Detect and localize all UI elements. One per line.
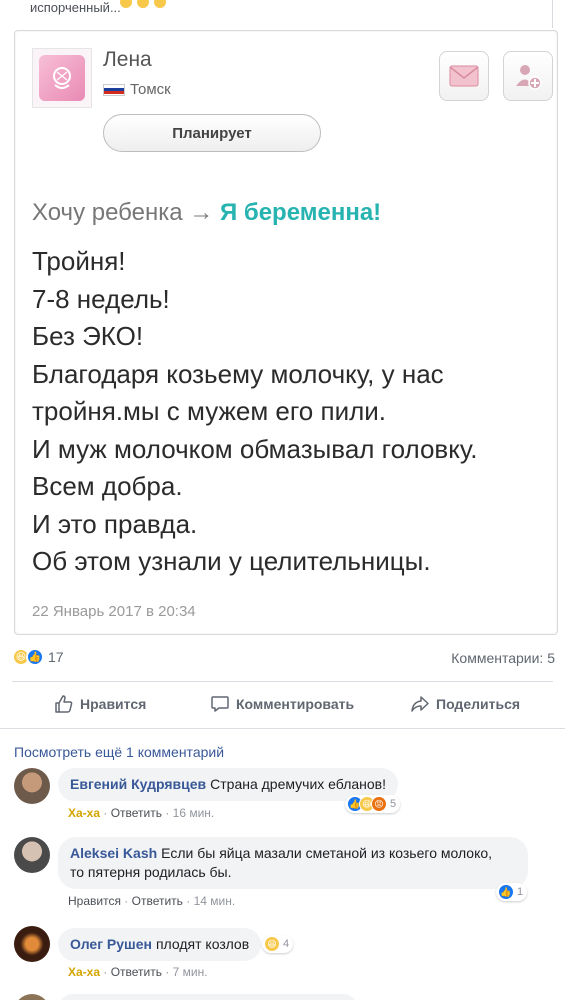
arrow: →	[189, 199, 214, 226]
city-label: Томск	[130, 81, 171, 98]
status-plan-button[interactable]: Планирует	[103, 114, 321, 152]
comment-text: Страна дремучих ебланов!	[210, 776, 386, 792]
comment-author[interactable]: Aleksei Kash	[70, 845, 157, 861]
reaction-count: 1	[517, 886, 524, 898]
profile-avatar	[32, 48, 92, 108]
comment-bubble: Aleksei Kash Если бы яйца мазали сметаной…	[58, 837, 528, 889]
post-date: 22 Январь 2017 в 20:34	[32, 603, 196, 620]
reaction-count: 5	[390, 798, 397, 810]
post-line: Об этом узнали у целительницы.	[32, 546, 431, 576]
emoji-strip	[118, 0, 168, 10]
post-line: И это правда.	[32, 508, 198, 539]
post-line: Благодаря козьему молочку, у нас	[32, 358, 444, 389]
like-label: Нравится	[80, 696, 147, 712]
reply-link[interactable]: Ответить	[132, 894, 183, 908]
reply-link[interactable]: Ответить	[111, 806, 162, 820]
baby-icon	[53, 67, 71, 89]
share-button[interactable]: Поделиться	[410, 694, 520, 714]
comment-time[interactable]: 14 мин.	[194, 894, 236, 908]
angry-reaction-icon: 😡	[371, 796, 387, 812]
thumbs-up-icon	[55, 695, 73, 713]
share-label: Поделиться	[436, 696, 521, 712]
reply-link[interactable]: Ответить	[111, 965, 162, 979]
comment-text: плодят козлов	[155, 936, 250, 952]
share-icon	[411, 696, 429, 712]
haha-link[interactable]: Ха-ха	[68, 806, 100, 820]
truncated-text: испорченный...	[30, 0, 121, 15]
comment-author[interactable]: Олег Рушен	[70, 936, 152, 952]
reactions-summary[interactable]: 😆 👍 17	[12, 648, 64, 666]
comment-bubble: Олег Рушен плодят козлов	[58, 928, 262, 961]
status-from: Хочу ребенка	[32, 199, 183, 226]
profile-city: Томск	[103, 81, 171, 98]
envelope-icon	[449, 65, 479, 87]
comment-text: Если бы яйца мазали сметаной из козьего …	[161, 845, 493, 861]
add-friend-icon	[516, 65, 542, 90]
view-more-comments-link[interactable]: Посмотреть ещё 1 комментарий	[14, 744, 224, 760]
comments-count[interactable]: Комментарии: 5	[451, 650, 555, 666]
comment-reactions[interactable]: 😆 4	[262, 935, 294, 953]
comment-time[interactable]: 7 мин.	[173, 965, 208, 979]
post-body: Тройня! 7-8 недель! Без ЭКО! Благодаря к…	[32, 243, 552, 581]
russia-flag-icon	[103, 83, 125, 96]
message-button[interactable]	[439, 51, 489, 101]
post-line: Тройня!	[32, 246, 126, 276]
avatar[interactable]	[14, 837, 50, 873]
avatar[interactable]	[14, 926, 50, 962]
comment-meta: Ха-ха · Ответить · 7 мин.	[68, 965, 208, 979]
divider	[12, 681, 553, 682]
like-link[interactable]: Нравится	[68, 894, 121, 908]
status-change: Хочу ребенка → Я беременна!	[32, 199, 381, 227]
post-line: 7-8 недель!	[32, 283, 170, 314]
comment-bubble	[58, 994, 358, 1000]
like-reaction-icon: 👍	[26, 648, 44, 666]
avatar[interactable]	[14, 994, 50, 1000]
comment-reactions[interactable]: 👍 😆 😡 5	[345, 795, 401, 813]
post-line: тройня.мы с мужем его пили.	[32, 396, 387, 426]
comment-time[interactable]: 16 мин.	[173, 806, 215, 820]
comment-icon	[211, 696, 229, 712]
like-button[interactable]: Нравится	[54, 694, 146, 714]
comment-reactions[interactable]: 👍 1	[496, 883, 528, 901]
comment-meta: Нравится · Ответить · 14 мин.	[68, 894, 236, 908]
reactions-count: 17	[48, 649, 64, 665]
comment-meta: Ха-ха · Ответить · 16 мин.	[68, 806, 215, 820]
like-reaction-icon: 👍	[498, 884, 514, 900]
divider	[0, 728, 565, 729]
comment-button[interactable]: Комментировать	[210, 694, 354, 714]
haha-reaction-icon: 😆	[264, 936, 280, 952]
comment-label: Комментировать	[236, 696, 355, 712]
reaction-count: 4	[283, 938, 290, 950]
comment-bubble: Евгений Кудрявцев Страна дремучих ебланов…	[58, 768, 398, 801]
comment-author[interactable]: Евгений Кудрявцев	[70, 776, 206, 792]
haha-link[interactable]: Ха-ха	[68, 965, 100, 979]
post-line: Без ЭКО!	[32, 321, 144, 351]
previous-post-tail: испорченный...	[0, 0, 565, 28]
post-line: Всем добра.	[32, 471, 183, 501]
post-line: И муж молочком обмазывал головку.	[32, 433, 478, 464]
comment-text-continued: то пятерня родилась бы.	[70, 864, 232, 880]
status-to: Я беременна!	[219, 199, 382, 226]
avatar[interactable]	[14, 768, 50, 804]
profile-name[interactable]: Лена	[103, 48, 152, 72]
post-screenshot-card: Лена Томск Планирует Хочу ребенка → Я бе…	[14, 30, 558, 635]
add-friend-button[interactable]	[503, 51, 553, 101]
